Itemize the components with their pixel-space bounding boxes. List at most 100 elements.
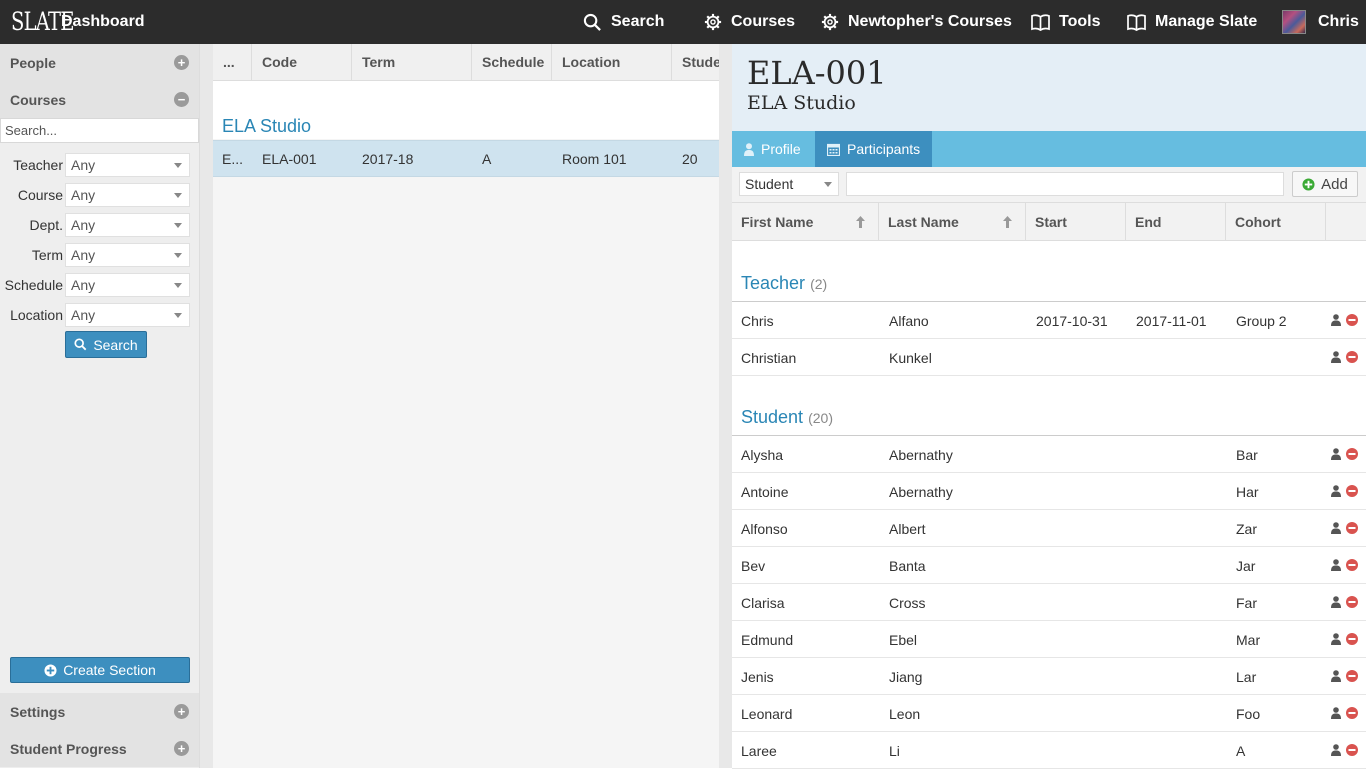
search-icon xyxy=(74,338,87,351)
person-icon[interactable] xyxy=(1331,744,1341,756)
student-group-label: Student xyxy=(741,407,804,427)
detail-tabs: Profile Participants xyxy=(732,131,1366,167)
remove-icon[interactable] xyxy=(1346,485,1358,497)
person-icon[interactable] xyxy=(1331,596,1341,608)
collapse-icon[interactable]: − xyxy=(174,92,189,107)
filter-location-select[interactable]: Any xyxy=(65,303,190,327)
filter-term-select[interactable]: Any xyxy=(65,243,190,267)
cohort-cell: A xyxy=(1236,743,1246,759)
sidebar-section-settings[interactable]: Settings + xyxy=(0,693,199,730)
section-code-title: ELA-001 xyxy=(747,54,887,92)
remove-icon[interactable] xyxy=(1346,744,1358,756)
remove-icon[interactable] xyxy=(1346,522,1358,534)
filter-schedule-select[interactable]: Any xyxy=(65,273,190,297)
last-name-cell: Kunkel xyxy=(889,350,932,366)
column-code[interactable]: Code xyxy=(252,44,352,81)
nav-tools[interactable]: Tools xyxy=(1031,0,1100,44)
table-row[interactable]: Christian Kunkel xyxy=(732,339,1366,376)
nav-courses[interactable]: Courses xyxy=(704,0,795,44)
remove-icon[interactable] xyxy=(1346,596,1358,608)
sidebar: People + Courses − Search... Teacher Any… xyxy=(0,44,200,768)
cohort-cell: Foo xyxy=(1236,706,1261,722)
person-icon[interactable] xyxy=(1331,707,1341,719)
first-name-cell: Alysha xyxy=(741,447,784,463)
table-row[interactable]: Clarisa Cross Far xyxy=(732,584,1366,621)
sidebar-search-input[interactable]: Search... xyxy=(0,118,199,143)
create-section-button[interactable]: Create Section xyxy=(10,657,190,683)
filter-term: Term Any xyxy=(0,243,199,267)
column-last-name-label: Last Name xyxy=(888,214,959,230)
person-icon[interactable] xyxy=(1331,522,1341,534)
person-icon[interactable] xyxy=(1331,448,1341,460)
table-row[interactable]: Antoine Abernathy Har xyxy=(732,473,1366,510)
column-location[interactable]: Location xyxy=(552,44,672,81)
filter-teacher-select[interactable]: Any xyxy=(65,153,190,177)
filter-course-select[interactable]: Any xyxy=(65,183,190,207)
person-icon[interactable] xyxy=(1331,485,1341,497)
person-icon[interactable] xyxy=(1331,351,1341,363)
expand-icon[interactable]: + xyxy=(174,55,189,70)
add-participant-button[interactable]: Add xyxy=(1292,171,1358,197)
expand-icon[interactable]: + xyxy=(174,741,189,756)
remove-icon[interactable] xyxy=(1346,707,1358,719)
nav-my-courses[interactable]: Newtopher's Courses xyxy=(821,0,1012,44)
column-end[interactable]: End xyxy=(1126,203,1226,241)
table-row[interactable]: Edmund Ebel Mar xyxy=(732,621,1366,658)
search-button-label: Search xyxy=(93,336,138,353)
column-first-name[interactable]: First Name xyxy=(732,203,879,241)
logo-dashboard-link[interactable]: SLATE Dashboard xyxy=(0,0,145,44)
tab-profile-label: Profile xyxy=(761,141,801,157)
column-schedule[interactable]: Schedule xyxy=(472,44,552,81)
table-row[interactable]: E... ELA-001 2017-18 A Room 101 20 xyxy=(213,140,719,177)
sidebar-section-people[interactable]: People + xyxy=(0,44,199,81)
remove-icon[interactable] xyxy=(1346,670,1358,682)
column-term[interactable]: Term xyxy=(352,44,472,81)
column-title[interactable]: ... xyxy=(213,44,252,81)
user-menu[interactable]: Chris xyxy=(1282,0,1359,44)
first-name-cell: Jenis xyxy=(741,669,774,685)
gear-icon xyxy=(704,13,722,31)
gear-icon xyxy=(821,13,839,31)
nav-search[interactable]: Search xyxy=(583,0,664,44)
tab-profile[interactable]: Profile xyxy=(732,131,815,167)
table-row[interactable]: Alfonso Albert Zar xyxy=(732,510,1366,547)
table-row[interactable]: Leonard Leon Foo xyxy=(732,695,1366,732)
person-icon[interactable] xyxy=(1331,314,1341,326)
expand-icon[interactable]: + xyxy=(174,704,189,719)
role-select[interactable]: Student xyxy=(739,172,839,196)
nav-manage-slate[interactable]: Manage Slate xyxy=(1127,0,1257,44)
person-icon[interactable] xyxy=(1331,670,1341,682)
tab-participants-label: Participants xyxy=(847,141,921,157)
sidebar-section-courses[interactable]: Courses − xyxy=(0,81,199,118)
table-row[interactable]: Jenis Jiang Lar xyxy=(732,658,1366,695)
table-row[interactable]: Chris Alfano 2017-10-31 2017-11-01 Group 2 xyxy=(732,302,1366,339)
panel-divider[interactable] xyxy=(719,44,732,768)
remove-icon[interactable] xyxy=(1346,633,1358,645)
column-last-name[interactable]: Last Name xyxy=(879,203,1026,241)
sidebar-search-button[interactable]: Search xyxy=(65,331,147,358)
filter-dept-select[interactable]: Any xyxy=(65,213,190,237)
column-cohort[interactable]: Cohort xyxy=(1226,203,1326,241)
remove-icon[interactable] xyxy=(1346,351,1358,363)
sidebar-section-student-progress[interactable]: Student Progress + xyxy=(0,730,199,767)
tab-participants[interactable]: Participants xyxy=(815,131,932,167)
person-icon[interactable] xyxy=(1331,559,1341,571)
person-icon[interactable] xyxy=(1331,633,1341,645)
remove-icon[interactable] xyxy=(1346,559,1358,571)
column-start[interactable]: Start xyxy=(1026,203,1126,241)
filter-dept: Dept. Any xyxy=(0,213,199,237)
column-students[interactable]: Stude xyxy=(672,44,719,81)
sidebar-courses-label: Courses xyxy=(10,91,67,108)
panel-divider[interactable] xyxy=(200,44,213,768)
participants-toolbar: Student Add xyxy=(732,167,1366,203)
avatar xyxy=(1282,10,1306,34)
end-date-cell: 2017-11-01 xyxy=(1136,313,1207,329)
remove-icon[interactable] xyxy=(1346,314,1358,326)
person-search-input[interactable] xyxy=(846,172,1284,196)
table-row[interactable]: Alysha Abernathy Bar xyxy=(732,436,1366,473)
table-row[interactable]: Bev Banta Jar xyxy=(732,547,1366,584)
remove-icon[interactable] xyxy=(1346,448,1358,460)
table-row[interactable]: Laree Li A xyxy=(732,732,1366,769)
plus-circle-icon xyxy=(44,663,57,677)
row-code: ELA-001 xyxy=(262,151,317,167)
